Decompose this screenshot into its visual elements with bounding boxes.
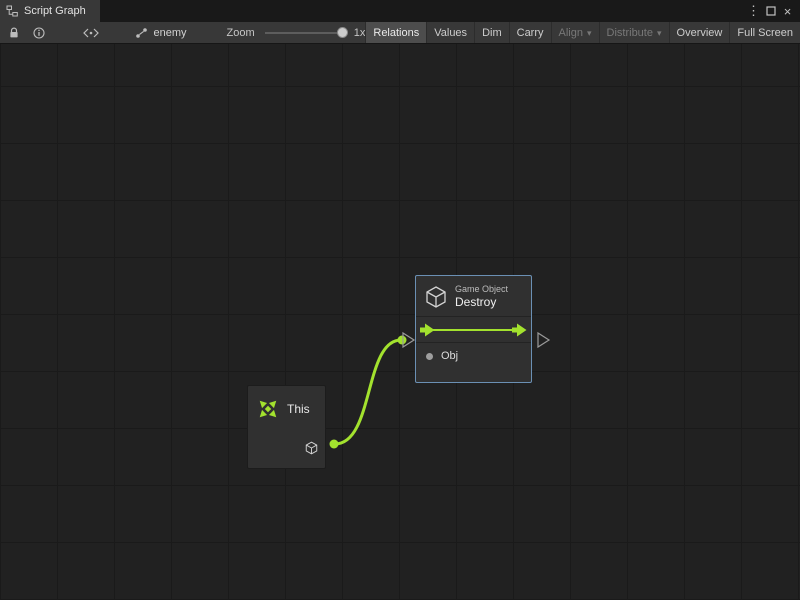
tab-bar: Script Graph ⋮ × bbox=[0, 0, 800, 22]
lock-button[interactable] bbox=[6, 22, 23, 43]
this-unit-icon bbox=[257, 398, 279, 420]
toolbar-button-group: Relations Values Dim Carry Align ▾ Distr… bbox=[365, 22, 800, 43]
gameobject-output-port-icon[interactable] bbox=[305, 441, 318, 455]
graph-toolbar: enemy Zoom 1x Relations Values Dim Carry… bbox=[0, 22, 800, 44]
destroy-obj-row: Obj bbox=[416, 343, 531, 369]
node-title: This bbox=[287, 402, 310, 416]
maximize-glyph bbox=[766, 6, 776, 16]
graph-breadcrumb[interactable]: enemy bbox=[135, 27, 186, 39]
fullscreen-label: Full Screen bbox=[737, 27, 793, 39]
tabbar-spacer bbox=[100, 0, 745, 22]
overview-label: Overview bbox=[677, 27, 723, 39]
window-menu-icon[interactable]: ⋮ bbox=[745, 0, 762, 22]
edit-graph-button[interactable] bbox=[81, 22, 101, 43]
node-title: Destroy bbox=[455, 295, 508, 309]
window-close-icon[interactable]: × bbox=[779, 0, 796, 22]
graph-canvas[interactable]: Game Object Destroy Obj bbox=[0, 44, 800, 600]
chevron-down-icon: ▾ bbox=[587, 28, 592, 39]
overview-button[interactable]: Overview bbox=[669, 22, 730, 43]
node-this[interactable]: This bbox=[247, 385, 326, 469]
carry-label: Carry bbox=[517, 27, 544, 39]
window-controls: ⋮ × bbox=[745, 0, 800, 22]
chevron-down-icon: ▾ bbox=[657, 28, 662, 39]
this-node-header[interactable]: This bbox=[248, 386, 325, 420]
fullscreen-button[interactable]: Full Screen bbox=[729, 22, 800, 43]
distribute-dropdown[interactable]: Distribute ▾ bbox=[599, 22, 669, 43]
destroy-node-titles: Game Object Destroy bbox=[455, 284, 508, 309]
tab-script-graph[interactable]: Script Graph bbox=[0, 0, 100, 22]
obj-input-port[interactable] bbox=[426, 353, 433, 360]
game-object-cube-icon bbox=[425, 285, 447, 309]
info-button[interactable] bbox=[31, 22, 48, 43]
carry-button[interactable]: Carry bbox=[509, 22, 551, 43]
graph-name: enemy bbox=[153, 27, 186, 39]
connections-layer bbox=[0, 44, 800, 600]
script-graph-icon bbox=[6, 5, 18, 17]
zoom-slider-track[interactable] bbox=[265, 32, 346, 34]
values-label: Values bbox=[434, 27, 467, 39]
destroy-flow-output-port[interactable] bbox=[538, 333, 549, 347]
window-maximize-icon[interactable] bbox=[762, 0, 779, 22]
info-icon bbox=[33, 27, 45, 39]
connection-this-to-destroy[interactable] bbox=[335, 340, 401, 444]
zoom-value: 1x bbox=[354, 27, 366, 39]
align-label: Align bbox=[559, 27, 583, 39]
values-button[interactable]: Values bbox=[426, 22, 474, 43]
flow-relation-line bbox=[431, 329, 516, 331]
zoom-slider[interactable] bbox=[265, 22, 346, 43]
connection-end-dot[interactable] bbox=[398, 336, 407, 345]
align-dropdown[interactable]: Align ▾ bbox=[551, 22, 599, 43]
this-output-port-dot[interactable] bbox=[330, 440, 339, 449]
code-brackets-icon bbox=[83, 28, 99, 38]
distribute-label: Distribute bbox=[607, 27, 653, 39]
flow-out-arrow-icon[interactable] bbox=[512, 323, 527, 337]
relations-label: Relations bbox=[373, 27, 419, 39]
flow-in-arrow-icon[interactable] bbox=[420, 323, 435, 337]
relations-button[interactable]: Relations bbox=[365, 22, 426, 43]
node-destroy[interactable]: Game Object Destroy Obj bbox=[415, 275, 532, 383]
tab-title: Script Graph bbox=[24, 5, 86, 17]
zoom-label: Zoom bbox=[227, 27, 255, 39]
zoom-slider-knob[interactable] bbox=[337, 27, 348, 38]
dim-button[interactable]: Dim bbox=[474, 22, 509, 43]
graph-asset-icon bbox=[135, 27, 148, 39]
destroy-flow-row bbox=[416, 316, 531, 343]
obj-port-label: Obj bbox=[441, 350, 458, 362]
node-category: Game Object bbox=[455, 284, 508, 294]
dim-label: Dim bbox=[482, 27, 502, 39]
destroy-node-header[interactable]: Game Object Destroy bbox=[416, 276, 531, 316]
lock-icon bbox=[8, 27, 20, 39]
